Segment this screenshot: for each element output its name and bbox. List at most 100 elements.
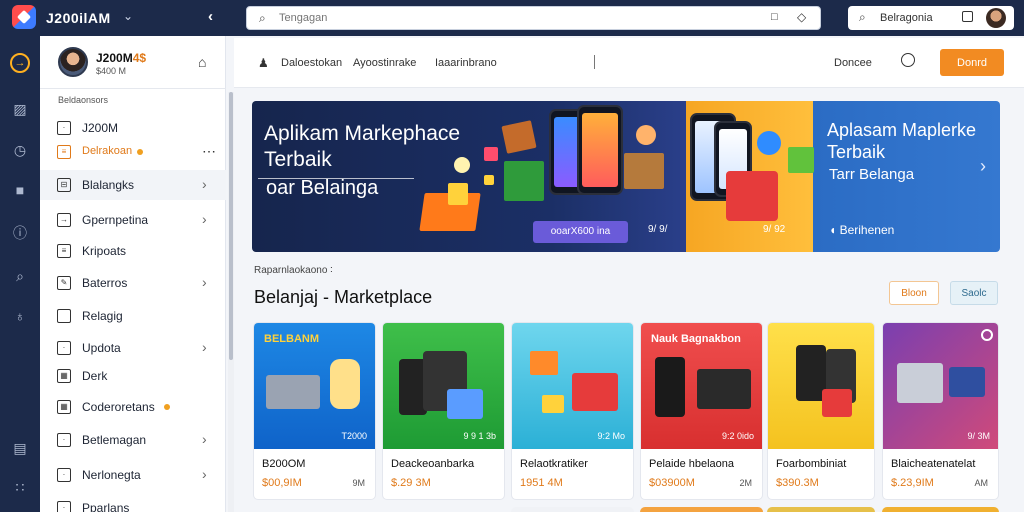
product-name: Pelaide hbelaona: [649, 458, 735, 470]
sidebar-item-label: Kripoats: [82, 244, 127, 258]
product-meta: 9M: [352, 478, 365, 488]
sidebar-item-baterros[interactable]: ✎ Baterros ›: [40, 268, 226, 298]
box-icon[interactable]: ■: [10, 180, 30, 200]
next-row-card[interactable]: [767, 507, 875, 512]
sidebar-item-derk[interactable]: ▦ Derk: [40, 361, 226, 391]
profile-name-suffix: 4$: [132, 51, 147, 65]
basket-illustration: [624, 153, 664, 189]
main-search-bar[interactable]: ⌕ □ ◇: [246, 6, 821, 30]
sidebar-item-label: Derk: [82, 369, 108, 383]
next-row-card[interactable]: [882, 507, 999, 512]
sidebar-scroll-thumb[interactable]: [229, 92, 233, 360]
search-input[interactable]: [279, 10, 679, 26]
clock-icon[interactable]: ◷: [10, 140, 30, 160]
section-title: Belanjaj - Marketplace: [254, 287, 433, 307]
product-label: Nauk Bagnakbon: [651, 333, 741, 345]
user-icon[interactable]: ♟: [258, 56, 269, 70]
more-icon[interactable]: ⋯: [202, 143, 216, 160]
brand-chevron-icon[interactable]: ⌄: [123, 9, 133, 23]
home-icon[interactable]: ⌂: [198, 54, 206, 70]
product-card[interactable]: 9 9 1 3b Deackeoanbarka $.29 3M: [382, 322, 505, 500]
sidebar-item-label: Pparlans: [82, 501, 130, 512]
search-icon[interactable]: ⌕: [10, 266, 30, 286]
back-chevron-icon[interactable]: ‹: [208, 8, 213, 25]
hero-next-icon[interactable]: ›: [980, 156, 986, 177]
dashboard-icon[interactable]: →: [10, 53, 30, 73]
next-row-card[interactable]: [511, 507, 634, 512]
calendar-icon[interactable]: [962, 11, 973, 22]
chevron-right-icon: ›: [202, 211, 207, 227]
header-link-3[interactable]: Iaaarinbrano: [435, 57, 497, 69]
cart-illustration: [572, 373, 618, 411]
hero-link-2-text: Berihenen: [839, 223, 895, 237]
product-card[interactable]: 9/ 3M Blaicheatenatelat $.23,9IM AM: [882, 322, 999, 500]
next-row-card[interactable]: [640, 507, 763, 512]
search-icon: ⌕: [259, 11, 266, 25]
cart-illustration: [897, 363, 943, 403]
hero-chip-note: 9/ 9/: [648, 224, 668, 235]
grid-icon: ▦: [57, 400, 71, 414]
info-icon[interactable]: ⓘ: [10, 223, 30, 243]
calendar-icon: ▦: [57, 369, 71, 383]
gift-box-illustration: [448, 183, 468, 205]
breadcrumb-text: Raparnlaokaono: [254, 265, 328, 276]
header-link-right[interactable]: Doncee: [834, 57, 872, 69]
tag-icon[interactable]: ◇: [797, 10, 806, 24]
sort-button[interactable]: Saolc: [950, 281, 998, 305]
hero-cta-chip[interactable]: ooarX600 ina: [533, 221, 628, 243]
sidebar-item-blalangks[interactable]: ⊟ Blalangks ›: [40, 170, 226, 200]
sidebar-item-coderoretans[interactable]: ▦ Coderoretans: [40, 392, 226, 422]
sidebar-item-pparlans[interactable]: · Pparlans: [40, 493, 226, 512]
product-card[interactable]: Foarbombiniat $390.3M: [767, 322, 875, 500]
sidebar-item-label: Betlemagan: [82, 433, 147, 447]
user-avatar[interactable]: [986, 8, 1006, 28]
product-tag: T2000: [341, 431, 367, 441]
secondary-search[interactable]: ⌕ Belragonia: [848, 6, 1014, 30]
profile-avatar[interactable]: [58, 47, 88, 77]
phone-illustration: [577, 105, 623, 195]
notification-dot: [137, 149, 143, 155]
product-image: [768, 323, 874, 449]
sidebar-item-label: J200M: [82, 121, 119, 135]
header-link-2[interactable]: Ayoostinrake: [353, 57, 416, 69]
cart-illustration: [447, 389, 483, 419]
product-name: Deackeoanbarka: [391, 458, 475, 470]
primary-header-button[interactable]: Donrd: [940, 49, 1004, 76]
app-logo-icon[interactable]: [12, 5, 36, 29]
product-card[interactable]: 9:2 Mo Relaotkratiker 1951 4M: [511, 322, 634, 500]
balloon-illustration: [636, 125, 656, 145]
filter-button[interactable]: Bloon: [889, 281, 939, 305]
sidebar-item-betlemagan[interactable]: · Betlemagan ›: [40, 425, 226, 455]
analytics-icon[interactable]: ▨: [10, 99, 30, 119]
location-icon[interactable]: [901, 53, 915, 67]
product-card[interactable]: Nauk Bagnakbon 9:2 0ido Pelaide hbelaona…: [640, 322, 763, 500]
sidebar-item-label: Nerlonegta: [82, 468, 141, 482]
box-illustration: [542, 395, 564, 413]
box-illustration: [501, 120, 537, 154]
sidebar-item-gpernpetina[interactable]: → Gpernpetina ›: [40, 205, 226, 235]
upload-icon: ·: [57, 341, 71, 355]
sidebar-item-nerlonegta[interactable]: · Nerlonegta ›: [40, 460, 226, 490]
header-link-1[interactable]: Daloestokan: [281, 57, 342, 69]
breadcrumb: Raparnlaokaono ∶: [254, 265, 333, 276]
message-icon: ≡: [57, 145, 71, 159]
sidebar-item-updota[interactable]: · Updota ›: [40, 333, 226, 363]
edit-icon: ✎: [57, 276, 71, 290]
chevron-right-icon: ›: [202, 176, 207, 192]
product-price: $.29 3M: [391, 477, 431, 489]
sidebar-item-label: Coderoretans: [82, 400, 155, 414]
sidebar-item-kripoats[interactable]: ≡ Kripoats: [40, 236, 226, 266]
sidebar-item-relagig[interactable]: Relagig: [40, 301, 226, 331]
product-card[interactable]: BELBANM T2000 B200OM $00,9IM 9M: [253, 322, 376, 500]
camera-icon[interactable]: □: [771, 11, 778, 23]
info-icon[interactable]: [981, 329, 993, 341]
notification-dot: [164, 404, 170, 410]
sidebar-item-delrakoan[interactable]: ≡ Delrakoan ⋯: [40, 137, 226, 167]
box-illustration: [530, 351, 558, 375]
users-icon[interactable]: ♁: [10, 306, 30, 326]
apps-grid-icon[interactable]: ∷: [10, 477, 30, 497]
sidebar-item-label: Delrakoan: [82, 145, 133, 157]
device-illustration: [697, 369, 751, 409]
book-icon[interactable]: ▤: [10, 438, 30, 458]
hero-link-2[interactable]: ◖ Berihenen: [829, 223, 894, 237]
